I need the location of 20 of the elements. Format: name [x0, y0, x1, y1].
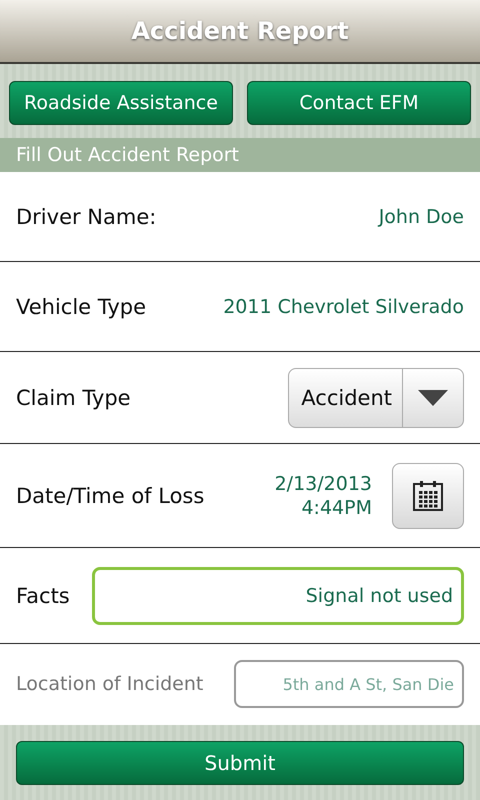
submit-button[interactable]: Submit [16, 740, 464, 784]
field-label: Date/Time of Loss [16, 484, 204, 508]
text-field[interactable]: Signal not used [92, 566, 464, 624]
caret-icon [418, 390, 448, 406]
field-label: Facts [16, 584, 70, 608]
field-value: John Doe [378, 206, 464, 228]
field-label: Claim Type [16, 386, 131, 410]
calendar-button[interactable] [392, 462, 464, 528]
text-field[interactable]: 5th and A St, San Die [234, 660, 464, 708]
section-header: Fill Out Accident Report [0, 138, 480, 172]
action-button[interactable]: Contact EFM [247, 81, 471, 125]
action-button[interactable]: Roadside Assistance [9, 81, 233, 125]
claim-type-dropdown[interactable]: Accident [288, 368, 464, 428]
field-label: Vehicle Type [16, 294, 146, 318]
field-label: Location of Incident [16, 673, 204, 695]
field-value: 2011 Chevrolet Silverado [223, 296, 464, 318]
field-label: Driver Name: [16, 204, 156, 228]
calendar-icon [412, 480, 444, 512]
date-time-value: 2/13/2013 4:44PM [274, 472, 372, 520]
screen-title: Accident Report [131, 17, 349, 45]
